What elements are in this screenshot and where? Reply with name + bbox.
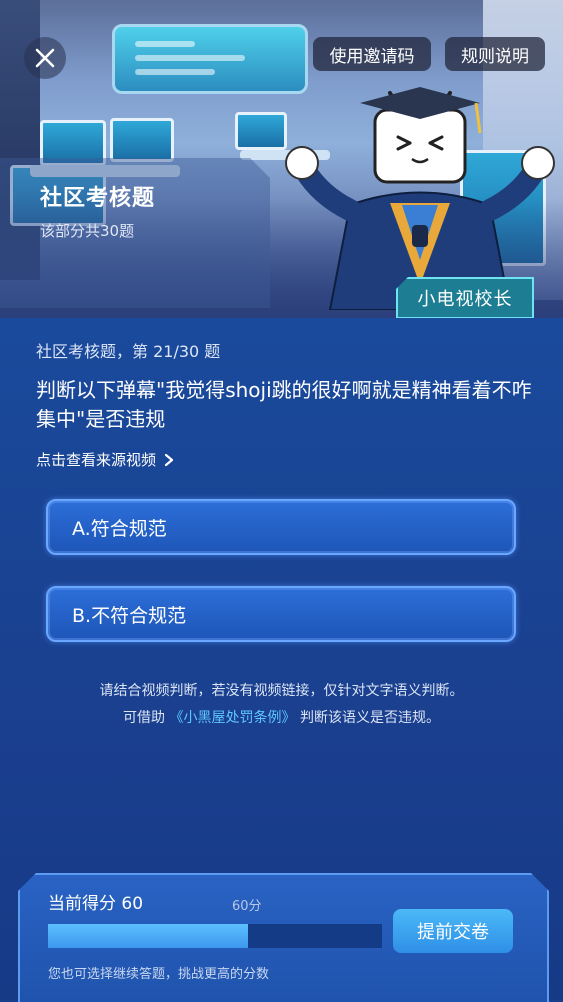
close-button[interactable] bbox=[24, 37, 66, 79]
score-marker-label: 60分 bbox=[232, 899, 262, 914]
section-title: 社区考核题 bbox=[40, 186, 156, 211]
scene-monitor bbox=[110, 118, 174, 162]
question-progress: 社区考核题，第 21/30 题 bbox=[36, 342, 221, 361]
score-tip: 您也可选择继续答题，挑战更高的分数 bbox=[48, 967, 270, 982]
option-b-button[interactable]: B.不符合规范 bbox=[46, 586, 516, 642]
host-name-tag: 小电视校长 bbox=[396, 277, 534, 319]
score-progress-bar bbox=[48, 924, 382, 948]
penalty-rules-link[interactable]: 《小黑屋处罚条例》 bbox=[170, 710, 296, 726]
hint-line-1: 请结合视频判断，若没有视频链接，仅针对文字语义判断。 bbox=[99, 683, 464, 699]
mascot-tv-principal bbox=[285, 87, 555, 310]
view-source-video-link[interactable]: 点击查看来源视频 bbox=[36, 449, 174, 470]
current-score: 当前得分 60 bbox=[48, 894, 144, 914]
close-icon bbox=[35, 48, 55, 68]
option-label: A.符合规范 bbox=[72, 517, 167, 540]
hint-suffix: 判断该语义是否违规。 bbox=[299, 710, 440, 726]
option-label: B.不符合规范 bbox=[72, 604, 187, 627]
hint-line-2: 可借助 《小黑屋处罚条例》 判断该语义是否违规。 bbox=[0, 707, 563, 727]
question-text: 判断以下弹幕"我觉得shoji跳的很好啊就是精神看着不咋集中"是否违规 bbox=[36, 378, 532, 431]
source-link-label: 点击查看来源视频 bbox=[36, 451, 157, 469]
chevron-right-icon bbox=[164, 453, 174, 466]
option-a-button[interactable]: A.符合规范 bbox=[46, 499, 516, 555]
scene-big-screen bbox=[112, 24, 308, 94]
section-subtitle: 该部分共30题 bbox=[40, 222, 135, 240]
score-progress-fill bbox=[48, 924, 249, 948]
submit-early-button[interactable]: 提前交卷 bbox=[393, 909, 513, 953]
invite-code-button[interactable]: 使用邀请码 bbox=[313, 37, 431, 71]
rules-button[interactable]: 规则说明 bbox=[445, 37, 545, 71]
hint-prefix: 可借助 bbox=[123, 710, 166, 726]
